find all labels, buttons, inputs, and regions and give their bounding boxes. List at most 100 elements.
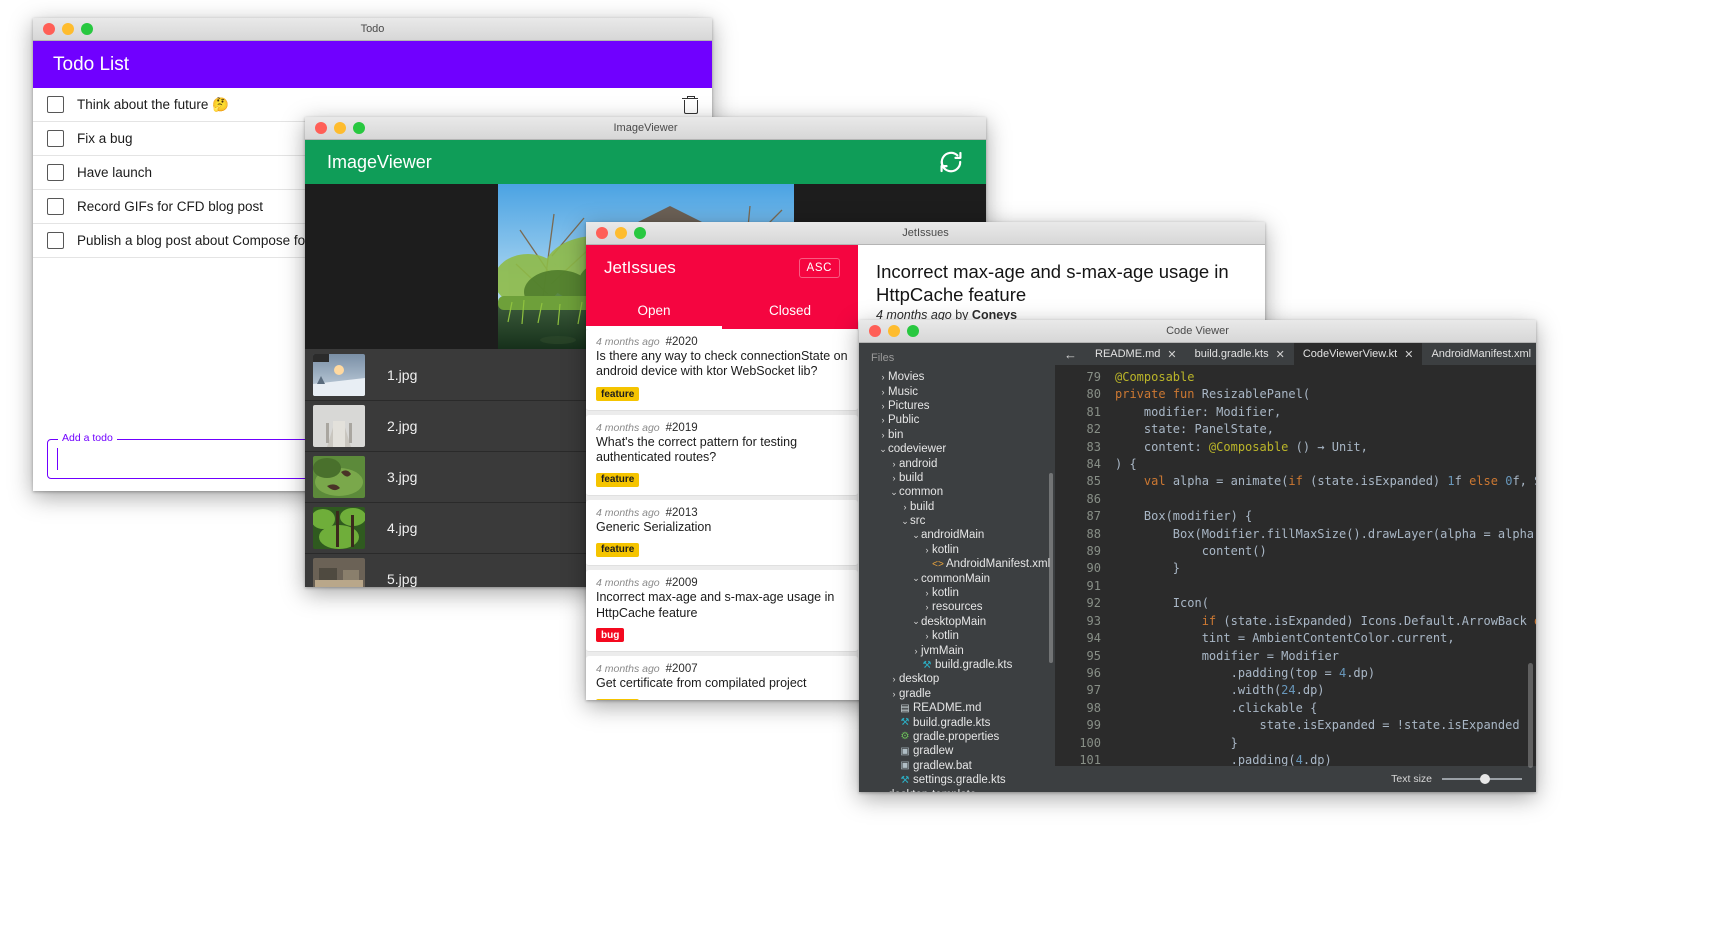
file-tree-row[interactable]: ›desktop xyxy=(859,672,1055,686)
window-controls[interactable] xyxy=(33,23,93,35)
delete-icon[interactable] xyxy=(682,96,698,114)
image-thumbnail[interactable] xyxy=(313,354,365,396)
chevron-right-icon[interactable]: › xyxy=(922,602,932,612)
jetissues-issue-list[interactable]: 4 months ago#2020Is there any way to che… xyxy=(586,329,858,700)
chevron-right-icon[interactable]: › xyxy=(878,387,888,397)
chevron-down-icon[interactable]: ⌄ xyxy=(911,616,921,627)
minimize-button[interactable] xyxy=(888,325,900,337)
issue-list-item[interactable]: 4 months ago#2019What's the correct patt… xyxy=(586,415,858,497)
editor-tab[interactable]: README.md✕ xyxy=(1086,343,1186,365)
todo-checkbox[interactable] xyxy=(47,164,64,181)
file-tree-row[interactable]: ⚒build.gradle.kts xyxy=(859,658,1055,672)
image-thumbnail[interactable] xyxy=(313,558,365,587)
file-tree-row[interactable]: ⚙gradle.properties xyxy=(859,730,1055,744)
editor-tab[interactable]: AndroidManifest.xml✕ xyxy=(1422,343,1536,365)
file-tree-panel[interactable]: Files ›Movies›Music›Pictures›Public›bin⌄… xyxy=(859,343,1055,792)
window-controls[interactable] xyxy=(859,325,919,337)
file-tree-row[interactable]: ›build xyxy=(859,471,1055,485)
file-tree-row[interactable]: ⚒settings.gradle.kts xyxy=(859,773,1055,787)
file-tree-row[interactable]: ⌄common xyxy=(859,485,1055,499)
sort-order-button[interactable]: ASC xyxy=(799,258,840,278)
file-tree-row[interactable]: ›android xyxy=(859,456,1055,470)
file-tree-row[interactable]: ›kotlin xyxy=(859,629,1055,643)
jetissues-tab-closed[interactable]: Closed xyxy=(722,291,858,329)
issue-list-item[interactable]: 4 months ago#2009Incorrect max-age and s… xyxy=(586,570,858,652)
chevron-right-icon[interactable]: › xyxy=(922,545,932,555)
file-tree-row[interactable]: ›kotlin xyxy=(859,586,1055,600)
chevron-right-icon[interactable]: › xyxy=(922,588,932,598)
slider-knob[interactable] xyxy=(1480,774,1490,784)
minimize-button[interactable] xyxy=(615,227,627,239)
chevron-right-icon[interactable]: › xyxy=(878,415,888,425)
file-tree-row[interactable]: ▤README.md xyxy=(859,701,1055,715)
file-tree-row[interactable]: ▣gradlew xyxy=(859,744,1055,758)
chevron-down-icon[interactable]: ⌄ xyxy=(889,487,899,498)
minimize-button[interactable] xyxy=(62,23,74,35)
refresh-icon[interactable] xyxy=(938,149,964,175)
window-controls[interactable] xyxy=(305,122,365,134)
image-thumbnail[interactable] xyxy=(313,507,365,549)
file-tree-row[interactable]: ›resources xyxy=(859,600,1055,614)
chevron-right-icon[interactable]: › xyxy=(922,631,932,641)
chevron-right-icon[interactable]: › xyxy=(889,459,899,469)
maximize-button[interactable] xyxy=(81,23,93,35)
close-tab-icon[interactable]: ✕ xyxy=(1404,348,1413,361)
editor-tabbar[interactable]: ← README.md✕build.gradle.kts✕CodeViewerV… xyxy=(1055,343,1536,365)
chevron-right-icon[interactable]: › xyxy=(878,790,888,792)
file-tree-row[interactable]: ›kotlin xyxy=(859,543,1055,557)
maximize-button[interactable] xyxy=(353,122,365,134)
jetissues-titlebar[interactable]: JetIssues xyxy=(586,222,1265,245)
close-button[interactable] xyxy=(43,23,55,35)
close-button[interactable] xyxy=(869,325,881,337)
close-button[interactable] xyxy=(315,122,327,134)
chevron-down-icon[interactable]: ⌄ xyxy=(911,530,921,541)
codeviewer-titlebar[interactable]: Code Viewer xyxy=(859,320,1536,343)
todo-checkbox[interactable] xyxy=(47,96,64,113)
todo-checkbox[interactable] xyxy=(47,232,64,249)
chevron-down-icon[interactable]: ⌄ xyxy=(878,444,888,455)
file-tree-row[interactable]: ⌄desktopMain xyxy=(859,615,1055,629)
file-tree-row[interactable]: ⌄androidMain xyxy=(859,528,1055,542)
file-tree-row[interactable]: ⌄src xyxy=(859,514,1055,528)
image-thumbnail[interactable] xyxy=(313,405,365,447)
chevron-right-icon[interactable]: › xyxy=(889,473,899,483)
code-scrollbar[interactable] xyxy=(1528,663,1533,768)
issue-list-item[interactable]: 4 months ago#2013Generic Serializationfe… xyxy=(586,500,858,566)
todo-checkbox[interactable] xyxy=(47,198,64,215)
back-arrow-icon[interactable]: ← xyxy=(1055,347,1086,362)
chevron-right-icon[interactable]: › xyxy=(900,502,910,512)
todo-checkbox[interactable] xyxy=(47,130,64,147)
maximize-button[interactable] xyxy=(907,325,919,337)
close-tab-icon[interactable]: ✕ xyxy=(1276,348,1285,361)
file-tree-row[interactable]: ›build xyxy=(859,500,1055,514)
file-tree-row[interactable]: ⚒build.gradle.kts xyxy=(859,715,1055,729)
code-content[interactable]: 79@Composable80private fun ResizablePane… xyxy=(1055,365,1536,766)
chevron-right-icon[interactable]: › xyxy=(878,430,888,440)
codeviewer-window[interactable]: Code Viewer Files ›Movies›Music›Pictures… xyxy=(859,320,1536,792)
file-tree-row[interactable]: ›jvmMain xyxy=(859,643,1055,657)
file-tree[interactable]: ›Movies›Music›Pictures›Public›bin⌄codevi… xyxy=(859,370,1055,792)
chevron-right-icon[interactable]: › xyxy=(889,689,899,699)
chevron-right-icon[interactable]: › xyxy=(878,372,888,382)
file-tree-row[interactable]: ›Movies xyxy=(859,370,1055,384)
file-tree-row[interactable]: ›gradle xyxy=(859,687,1055,701)
file-tree-row[interactable]: ▣gradlew.bat xyxy=(859,759,1055,773)
file-tree-row[interactable]: ›Pictures xyxy=(859,399,1055,413)
editor-tab[interactable]: build.gradle.kts✕ xyxy=(1186,343,1294,365)
minimize-button[interactable] xyxy=(334,122,346,134)
file-tree-scrollbar[interactable] xyxy=(1049,473,1053,663)
todo-titlebar[interactable]: Todo xyxy=(33,18,712,41)
image-thumbnail[interactable] xyxy=(313,456,365,498)
issue-list-item[interactable]: 4 months ago#2007Get certificate from co… xyxy=(586,656,858,700)
file-tree-row[interactable]: ⌄commonMain xyxy=(859,571,1055,585)
jetissues-tabs[interactable]: OpenClosed xyxy=(586,291,858,329)
text-size-slider[interactable] xyxy=(1442,778,1522,780)
chevron-right-icon[interactable]: › xyxy=(911,646,921,656)
file-tree-row[interactable]: ⌄codeviewer xyxy=(859,442,1055,456)
file-tree-row[interactable]: ›Music xyxy=(859,384,1055,398)
jetissues-tab-open[interactable]: Open xyxy=(586,291,722,329)
imageviewer-titlebar[interactable]: ImageViewer xyxy=(305,117,986,140)
editor-tab[interactable]: CodeViewerView.kt✕ xyxy=(1294,343,1423,365)
file-tree-row[interactable]: <>AndroidManifest.xml xyxy=(859,557,1055,571)
chevron-right-icon[interactable]: › xyxy=(889,674,899,684)
